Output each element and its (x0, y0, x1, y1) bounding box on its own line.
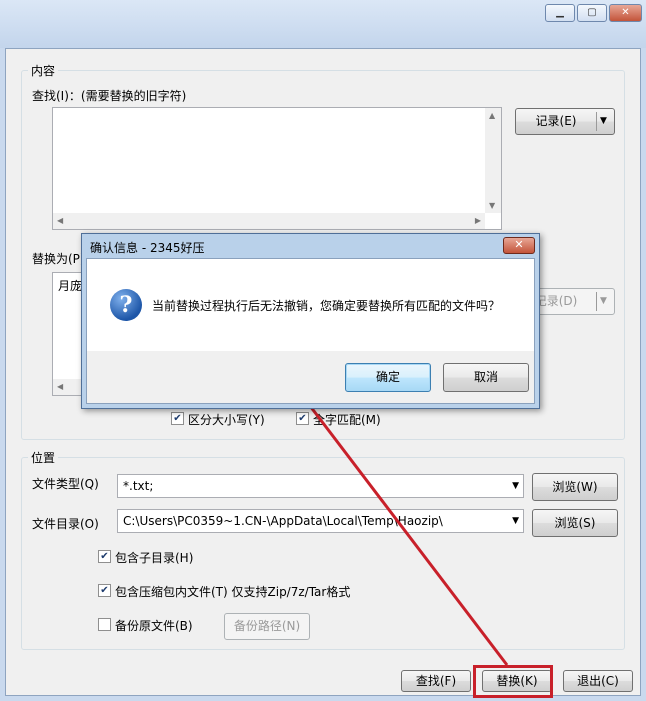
cancel-button[interactable]: 取消 (443, 363, 529, 392)
close-icon: ✕ (514, 238, 524, 251)
dialog-close-button[interactable]: ✕ (503, 237, 535, 254)
dialog-title: 确认信息 - 2345好压 (90, 241, 205, 255)
ok-button[interactable]: 确定 (345, 363, 431, 392)
arrow-shaft (302, 397, 509, 666)
dialog-message: 当前替换过程执行后无法撤销，您确定要替换所有匹配的文件吗？ (152, 299, 501, 313)
question-icon: ? (110, 289, 142, 321)
dialog-body: ? 当前替换过程执行后无法撤销，您确定要替换所有匹配的文件吗？ 确定 取消 (86, 258, 535, 404)
confirm-dialog: 确认信息 - 2345好压 ✕ ? 当前替换过程执行后无法撤销，您确定要替换所有… (81, 233, 540, 409)
dialog-message-area: ? 当前替换过程执行后无法撤销，您确定要替换所有匹配的文件吗？ (87, 259, 534, 351)
